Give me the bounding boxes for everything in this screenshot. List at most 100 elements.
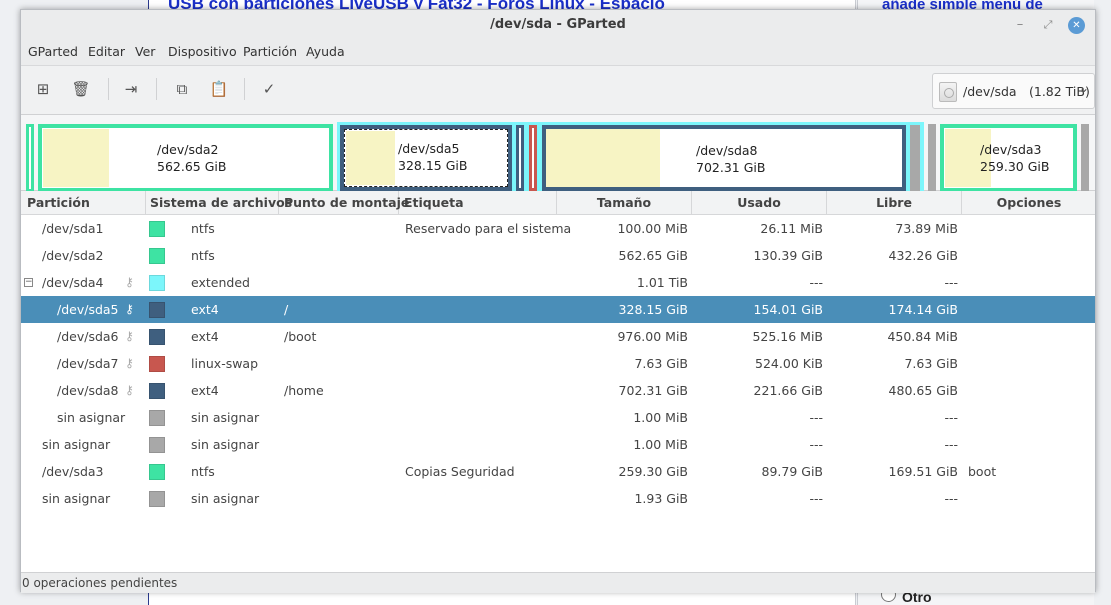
column-header-montaje[interactable]: Punto de montaje [279,191,409,215]
partition-block-sda4-extended[interactable]: /dev/sda5 328.15 GiB /dev/sda8 702.31 Gi… [337,122,924,194]
title-bar[interactable]: /dev/sda - GParted – ⤢ ✕ [21,10,1095,41]
table-row[interactable]: /dev/sda6 ⚷ ext4/boot 976.00 MiB 525.16 MiB 4… [21,323,1095,350]
partition-free: 450.84 MiB [887,329,958,344]
column-header-tamano[interactable]: Tamaño [557,191,692,215]
partition-table: Partición Sistema de archivos Punto de m… [21,191,1095,572]
partition-name: /dev/sda3 [42,464,104,479]
unallocated-block[interactable] [910,125,920,191]
device-selector[interactable]: /dev/sda (1.82 TiB) ⌄ [932,73,1095,109]
column-header-libre[interactable]: Libre [827,191,962,215]
partition-used: 89.79 GiB [761,464,824,479]
filesystem-color-swatch [149,356,165,372]
menu-gparted[interactable]: GParted [28,44,78,59]
filesystem-color-swatch [149,302,165,318]
filesystem-type: ntfs [191,248,215,263]
partition-size: 100.00 MiB [617,221,688,236]
menu-ver[interactable]: Ver [135,44,155,59]
filesystem-type: sin asignar [191,410,260,425]
paste-icon: 📋 [209,80,229,98]
gparted-window: /dev/sda - GParted – ⤢ ✕ GParted Editar … [20,9,1096,593]
table-row[interactable]: /dev/sda7 ⚷ linux-swap 7.63 GiB 524.00 KiB 7.… [21,350,1095,377]
table-row[interactable]: /dev/sda2 ntfs 562.65 GiB 130.39 GiB 432.26 … [21,242,1095,269]
unallocated-block[interactable] [1081,124,1089,192]
partition-free: 73.89 MiB [895,221,958,236]
column-header-sistema[interactable]: Sistema de archivos [146,191,292,215]
minimize-button[interactable]: – [1011,16,1029,34]
partition-block-sda1[interactable] [26,124,34,192]
partition-size: 976.00 MiB [617,329,688,344]
partition-label: Reservado para el sistema [405,221,572,236]
partition-block-sda3[interactable]: /dev/sda3 259.30 GiB [940,124,1077,192]
column-header-opciones[interactable]: Opciones [962,191,1096,215]
new-partition-button[interactable]: ⊞ [30,76,56,102]
mount-point: /home [284,383,324,398]
key-icon: ⚷ [125,356,134,370]
table-row[interactable]: −/dev/sda4 ⚷ extended 1.01 TiB --- --- [21,269,1095,296]
menu-particion[interactable]: Partición [243,44,297,59]
filesystem-type: sin asignar [191,437,260,452]
filesystem-color-swatch [149,410,165,426]
resize-arrow-icon: ⇥ [124,80,138,98]
table-row[interactable]: /dev/sda3 ntfs Copias Seguridad 259.30 GiB 8… [21,458,1095,485]
paste-button[interactable]: 📋 [206,76,232,102]
partition-free: --- [944,275,958,290]
filesystem-type: ext4 [191,329,219,344]
filesystem-color-swatch [149,464,165,480]
filesystem-color-swatch [149,491,165,507]
copy-icon: ⧉ [176,80,188,98]
partition-block-sda8[interactable]: /dev/sda8 702.31 GiB [542,125,906,191]
filesystem-type: ntfs [191,464,215,479]
partition-used: 130.39 GiB [753,248,823,263]
partition-block-sda5[interactable]: /dev/sda5 328.15 GiB [340,125,512,191]
table-row[interactable]: /dev/sda8 ⚷ ext4/home 702.31 GiB 221.66 GiB 4… [21,377,1095,404]
unallocated-block[interactable] [928,124,936,192]
partition-used: --- [809,410,823,425]
partition-flags: boot [968,464,997,479]
partition-block-sda6[interactable] [516,125,524,191]
table-row[interactable]: sin asignar sin asignar 1.00 MiB --- --- [21,404,1095,431]
column-header-usado[interactable]: Usado [692,191,827,215]
column-header-particion[interactable]: Partición [21,191,146,215]
partition-block-label: /dev/sda5 328.15 GiB [398,141,468,173]
partition-block-sda2[interactable]: /dev/sda2 562.65 GiB [38,124,333,192]
table-row[interactable]: /dev/sda5 ⚷ ext4 / 328.15 GiB 154.01 GiB 174.1… [21,296,1095,323]
partition-used: --- [809,491,823,506]
delete-partition-button[interactable]: 🗑 [68,76,94,102]
partition-size: 562.65 GiB [618,248,688,263]
close-button[interactable]: ✕ [1068,17,1085,34]
maximize-button[interactable]: ⤢ [1039,16,1057,34]
partition-used: 524.00 KiB [755,356,823,371]
partition-block-label: /dev/sda2 562.65 GiB [157,142,227,174]
partition-size: 702.31 GiB [618,383,688,398]
trash-icon: 🗑 [71,80,91,98]
partition-map: /dev/sda2 562.65 GiB /dev/sda5 328.15 Gi… [21,115,1095,194]
resize-move-button[interactable]: ⇥ [118,76,144,102]
mount-point: / [284,302,289,317]
partition-free: --- [944,437,958,452]
menu-ayuda[interactable]: Ayuda [306,44,345,59]
collapse-icon[interactable]: − [24,278,33,287]
partition-size: 7.63 GiB [634,356,688,371]
partition-name: /dev/sda8 [57,383,119,398]
partition-used: 525.16 MiB [752,329,823,344]
table-row[interactable]: sin asignar sin asignar 1.00 MiB --- --- [21,431,1095,458]
filesystem-type: extended [191,275,250,290]
column-header-etiqueta[interactable]: Etiqueta [399,191,557,215]
menu-editar[interactable]: Editar [88,44,125,59]
table-row[interactable]: sin asignar sin asignar 1.93 GiB --- --- [21,485,1095,512]
partition-name: sin asignar [42,437,111,452]
partition-block-sda7[interactable] [529,125,537,191]
partition-name: /dev/sda4 [42,275,104,290]
apply-button[interactable]: ✓ [256,76,282,102]
filesystem-type: ntfs [191,221,215,236]
table-row[interactable]: /dev/sda1 ntfs Reservado para el sistema 10… [21,215,1095,242]
partition-size: 1.00 MiB [633,437,688,452]
partition-used: 221.66 GiB [753,383,823,398]
key-icon: ⚷ [125,275,134,289]
menu-dispositivo[interactable]: Dispositivo [168,44,237,59]
copy-button[interactable]: ⧉ [169,76,195,102]
partition-name: sin asignar [42,491,111,506]
filesystem-color-swatch [149,437,165,453]
partition-free: 480.65 GiB [888,383,958,398]
partition-block-label: /dev/sda3 259.30 GiB [980,142,1050,174]
